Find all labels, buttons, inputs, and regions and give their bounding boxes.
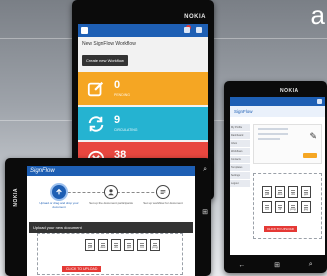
step-label: Upload or drag and drop your document: [39, 201, 79, 209]
app-bar: [230, 97, 325, 106]
phone-landscape: NOKIA SignFlow Upload or drag and drop y…: [5, 158, 211, 276]
side-item[interactable]: Contacts: [230, 156, 250, 163]
side-item[interactable]: Settings: [230, 172, 250, 179]
flow-step-icon: [156, 185, 170, 199]
step-label: Set up workflow for document: [143, 201, 183, 205]
pending-tile[interactable]: 0 PENDING: [78, 72, 208, 105]
side-item[interactable]: My Profile: [230, 124, 250, 131]
upload-button[interactable]: CLICK TO UPLOAD: [62, 266, 102, 272]
side-menu: My Profile Dashboard Inbox Workflows Con…: [230, 124, 250, 188]
phone-brand: NOKIA: [13, 188, 19, 207]
workflow-title: New SignFlow Workflow: [82, 41, 136, 47]
file-type-icon: png: [288, 201, 298, 213]
circulating-tile[interactable]: 9 CIRCULATING: [78, 107, 208, 140]
notifications-icon[interactable]: [184, 27, 190, 33]
circulating-count: 9: [114, 114, 121, 126]
file-type-icon: ppt: [124, 239, 134, 251]
upload-button[interactable]: CLICK TO UPLOAD: [264, 226, 297, 232]
phone-nav-bar: ← ⊞ ⌕: [224, 257, 327, 273]
file-type-icon: png: [150, 239, 160, 251]
edit-icon: [78, 80, 114, 98]
phone-right: NOKIA SignFlow My Profile Dashboard Inbo…: [224, 81, 327, 273]
app-logo-icon[interactable]: [81, 27, 88, 34]
signflow-screen: SignFlow My Profile Dashboard Inbox Work…: [230, 97, 325, 255]
file-type-icon: rtf: [275, 201, 285, 213]
step-workflow[interactable]: Set up workflow for document: [141, 185, 185, 206]
file-type-icon: xls: [288, 186, 298, 198]
step-participants[interactable]: Set up the document participants: [89, 185, 133, 206]
create-workflow-button[interactable]: Create new Workflow: [82, 55, 128, 66]
upload-step-icon: [52, 185, 66, 199]
phone-brand: NOKIA: [184, 14, 206, 20]
file-type-icon: xls: [111, 239, 121, 251]
side-item[interactable]: Inbox: [230, 140, 250, 147]
side-item[interactable]: Templates: [230, 164, 250, 171]
file-type-icon: txt: [262, 201, 272, 213]
app-bar: [78, 24, 208, 37]
side-item[interactable]: Workflows: [230, 148, 250, 155]
windows-icon[interactable]: ⊞: [274, 261, 280, 269]
wizard-steps: Upload or drag and drop your document Se…: [27, 176, 195, 222]
edit-icon: ✎: [309, 131, 317, 141]
circulating-label: CIRCULATING: [114, 128, 138, 132]
app-title: SignFlow: [230, 106, 325, 117]
file-type-icon: pdf: [262, 186, 272, 198]
workflow-panel: ✎: [253, 124, 322, 164]
drop-zone[interactable]: pdf doc xls ppt txt png CLICK TO UPLOAD: [37, 233, 183, 275]
upload-header: Upload your new document: [29, 222, 193, 233]
file-type-icon: doc: [275, 186, 285, 198]
user-step-icon: [104, 185, 118, 199]
refresh-icon: [78, 115, 114, 133]
side-item[interactable]: Dashboard: [230, 132, 250, 139]
pending-count: 0: [114, 79, 121, 91]
file-type-icon: doc: [98, 239, 108, 251]
step-label: Set up the document participants: [89, 201, 133, 205]
file-type-icon: jpg: [301, 201, 311, 213]
search-icon[interactable]: ⌕: [309, 261, 313, 269]
step-upload[interactable]: Upload or drag and drop your document: [37, 185, 81, 209]
drop-zone[interactable]: pdf doc xls ppt txt rtf png jpg CLICK TO…: [253, 173, 322, 239]
file-type-icon: pdf: [85, 239, 95, 251]
side-item[interactable]: Logout: [230, 180, 250, 187]
pending-button[interactable]: [303, 153, 317, 158]
file-type-icon: txt: [137, 239, 147, 251]
pending-label: PENDING: [114, 93, 130, 97]
menu-icon[interactable]: [196, 27, 202, 33]
file-type-icon: ppt: [301, 186, 311, 198]
background-glyph: a: [310, 0, 325, 30]
search-icon[interactable]: ⌕: [203, 166, 207, 174]
phone-brand: NOKIA: [280, 88, 299, 94]
app-name: SignFlow: [30, 168, 55, 174]
upload-screen: SignFlow Upload or drag and drop your do…: [27, 166, 195, 276]
app-bar: SignFlow: [27, 166, 195, 176]
phone-nav-bar: ⌕ ⊞: [202, 166, 208, 216]
windows-icon[interactable]: ⊞: [202, 208, 208, 216]
back-icon[interactable]: ←: [238, 262, 245, 269]
